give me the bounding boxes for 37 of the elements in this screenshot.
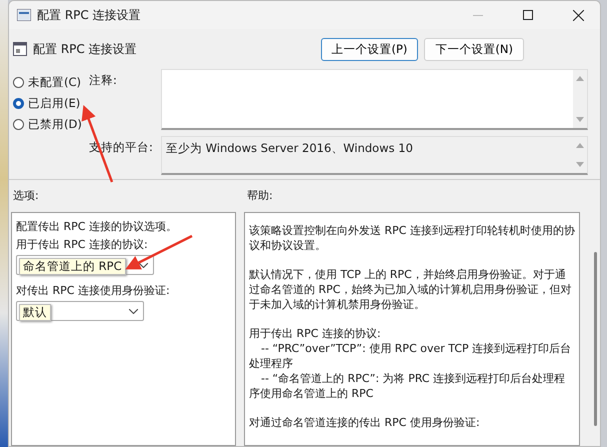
options-label: 选项:: [13, 188, 40, 204]
maximize-icon[interactable]: [523, 10, 533, 20]
help-label: 帮助:: [247, 188, 274, 204]
state-radio[interactable]: 已禁用(D): [13, 117, 89, 132]
chevron-down-icon: [139, 262, 148, 268]
field-label: 对传出 RPC 连接使用身份验证:: [16, 283, 171, 298]
dropdown[interactable]: 默认: [16, 301, 144, 321]
options-intro: 配置传出 RPC 连接的协议选项。: [16, 219, 178, 234]
policy-icon: [17, 9, 31, 21]
window-title: 配置 RPC 连接设置: [37, 6, 142, 24]
comment-label: 注释:: [89, 72, 118, 89]
scrollbar[interactable]: [594, 252, 597, 426]
help-text: 默认情况下，使用 TCP 上的 RPC，并始终启用身份验证。对于通过命名管道的 RPC，始终为已加入域的计算机启用身份验证，但对于未加入域的计算机禁用身份验证。: [249, 267, 572, 312]
navigation-button[interactable]: 下一个设置(N): [424, 38, 524, 60]
setting-title: 配置 RPC 连接设置: [33, 40, 138, 58]
help-text: -- “命名管道上的 RPC”: 为将 PRC 连接到远程打印后台处理程序使用命名管道上的 RPC: [249, 371, 566, 401]
state-radio[interactable]: 未配置(C): [13, 75, 89, 90]
close-icon[interactable]: [572, 10, 584, 20]
state-radio[interactable]: 已启用(E): [13, 96, 89, 111]
help-text: -- “PRC”over”TCP”: 使用 RPC over TCP 连接到远程打印后台处理程序: [249, 341, 572, 371]
help-text: 用于传出 RPC 连接的协议:: [249, 326, 382, 341]
chevron-down-icon: [129, 308, 138, 314]
tooltip: 默认: [19, 304, 51, 321]
settings-page-icon: [13, 42, 27, 56]
scroll-up-icon[interactable]: [576, 143, 584, 148]
field-label: 用于传出 RPC 连接的协议:: [16, 237, 149, 252]
help-text: 该策略设置控制在向外发送 RPC 连接到远程打印轮转机时使用的协议和协议设置。: [249, 223, 575, 253]
scroll-up-icon[interactable]: [576, 76, 584, 81]
tooltip: 命名管道上的 RPC: [19, 258, 126, 275]
dropdown[interactable]: 命名管道上的 RPC: [16, 255, 154, 275]
help-text: 对通过命名管道连接的传出 RPC 使用身份验证:: [249, 415, 481, 430]
scroll-down-icon[interactable]: [576, 162, 584, 167]
scroll-down-icon[interactable]: [576, 117, 584, 122]
minimize-icon[interactable]: [473, 14, 483, 16]
navigation-button[interactable]: 上一个设置(P): [320, 38, 418, 60]
comment-field[interactable]: [161, 69, 588, 130]
platform-field: 至少为 Windows Server 2016、Windows 10: [161, 136, 588, 175]
